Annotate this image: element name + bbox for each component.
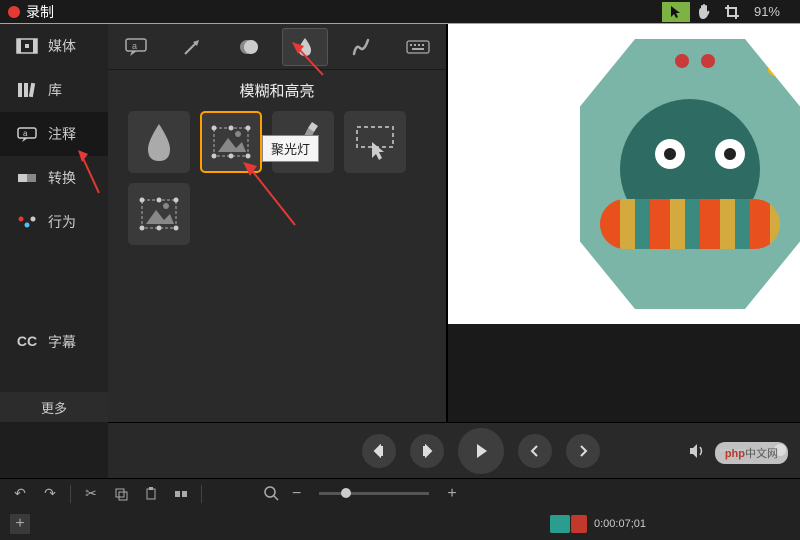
next-frame-button[interactable] xyxy=(410,434,444,468)
play-button[interactable] xyxy=(458,428,504,474)
effect-interactive[interactable] xyxy=(344,111,406,173)
svg-text:a: a xyxy=(132,41,137,51)
sidebar-item-label: 库 xyxy=(48,80,62,100)
zoom-level[interactable]: 91% xyxy=(754,4,780,19)
behaviors-icon xyxy=(16,213,38,231)
volume-icon[interactable] xyxy=(688,442,706,460)
tab-keystroke[interactable] xyxy=(395,28,441,66)
svg-text:a: a xyxy=(23,129,28,138)
hand-tool[interactable] xyxy=(690,2,718,22)
effect-pixelate[interactable] xyxy=(128,183,190,245)
sidebar: 媒体 库 a 注释 转换 行为 CC 字幕 更多 xyxy=(0,24,108,422)
timeline-zoom-slider[interactable] xyxy=(319,492,429,495)
tab-blur-highlight[interactable] xyxy=(282,28,328,66)
next-button[interactable] xyxy=(566,434,600,468)
tab-sketch[interactable] xyxy=(338,28,384,66)
tab-callouts[interactable]: a xyxy=(113,28,159,66)
effect-tooltip: 聚光灯 xyxy=(262,135,319,162)
effect-blur[interactable] xyxy=(128,111,190,173)
redo-button[interactable]: ↷ xyxy=(40,484,60,504)
split-button[interactable] xyxy=(171,484,191,504)
playback-controls xyxy=(108,422,800,478)
library-icon xyxy=(16,81,38,99)
sidebar-item-library[interactable]: 库 xyxy=(0,68,108,112)
media-icon xyxy=(16,37,38,55)
canvas-area[interactable] xyxy=(448,24,800,422)
copy-button[interactable] xyxy=(111,484,131,504)
record-indicator-icon xyxy=(8,6,20,18)
timecode: 0:00:07;01 xyxy=(594,518,646,530)
timeline-clip[interactable] xyxy=(571,515,587,533)
sidebar-item-media[interactable]: 媒体 xyxy=(0,24,108,68)
sidebar-item-annotations[interactable]: a 注释 xyxy=(0,112,108,156)
sidebar-item-label: 行为 xyxy=(48,212,76,232)
timeline[interactable]: + 0:00:07;01 xyxy=(0,508,800,540)
captions-icon: CC xyxy=(16,333,38,351)
canvas[interactable] xyxy=(448,24,800,324)
sidebar-item-label: 注释 xyxy=(48,124,76,144)
tool-tabs: a xyxy=(108,24,446,70)
record-label[interactable]: 录制 xyxy=(26,2,54,22)
preview-image xyxy=(580,39,800,309)
annotations-icon: a xyxy=(16,125,38,143)
undo-button[interactable]: ↶ xyxy=(10,484,30,504)
cursor-tool[interactable] xyxy=(662,2,690,22)
prev-button[interactable] xyxy=(518,434,552,468)
sidebar-item-label: 转换 xyxy=(48,168,76,188)
sidebar-more[interactable]: 更多 xyxy=(0,392,108,422)
prev-frame-button[interactable] xyxy=(362,434,396,468)
cut-button[interactable]: ✂ xyxy=(81,484,101,504)
transitions-icon xyxy=(16,169,38,187)
sidebar-item-label: 字幕 xyxy=(48,332,76,352)
effects-grid: 聚光灯 xyxy=(108,111,446,245)
crop-tool[interactable] xyxy=(718,2,746,22)
tool-panel: a 模糊和高亮 xyxy=(108,24,448,422)
sidebar-item-captions[interactable]: CC 字幕 xyxy=(0,320,108,364)
sidebar-item-behaviors[interactable]: 行为 xyxy=(0,200,108,244)
effect-spotlight[interactable]: 聚光灯 xyxy=(200,111,262,173)
topbar: 录制 91% xyxy=(0,0,800,24)
tab-arrows[interactable] xyxy=(169,28,215,66)
section-title: 模糊和高亮 xyxy=(108,70,446,111)
zoom-out-button[interactable] xyxy=(262,484,282,504)
timeline-toolbar: ↶ ↷ ✂ − + xyxy=(0,478,800,508)
tab-shapes[interactable] xyxy=(226,28,272,66)
add-track-button[interactable]: + xyxy=(10,514,30,534)
watermark: php中文网 xyxy=(715,442,788,464)
sidebar-item-transitions[interactable]: 转换 xyxy=(0,156,108,200)
paste-button[interactable] xyxy=(141,484,161,504)
timeline-clip[interactable] xyxy=(550,515,570,533)
sidebar-item-label: 媒体 xyxy=(48,36,76,56)
main-area: 媒体 库 a 注释 转换 行为 CC 字幕 更多 a xyxy=(0,24,800,422)
